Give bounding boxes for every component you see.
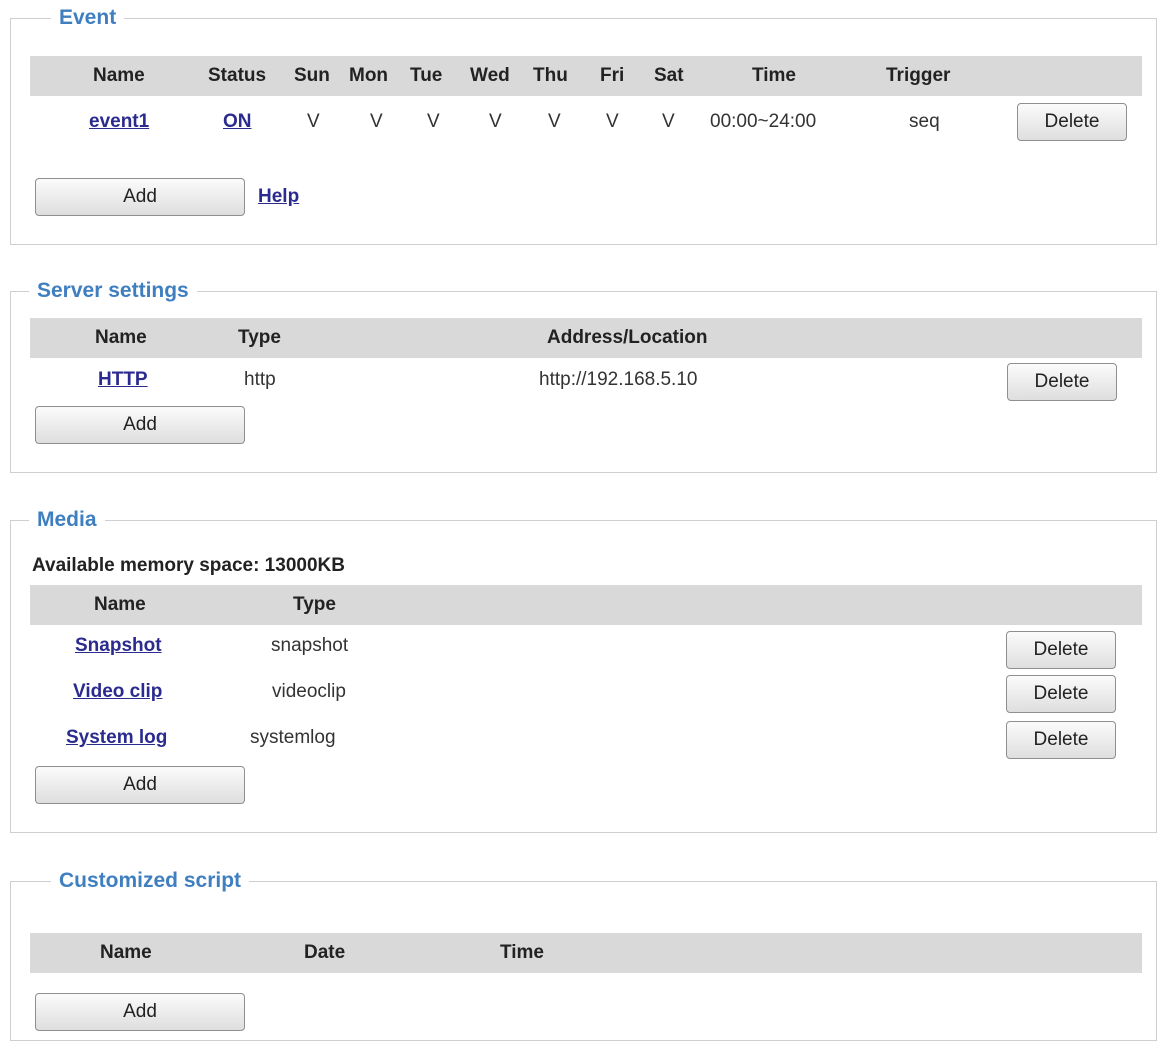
server-settings-legend: Server settings [29, 278, 197, 304]
event-delete-button[interactable]: Delete [1017, 103, 1127, 141]
media-name-link[interactable]: System log [66, 726, 167, 750]
event-legend: Event [51, 5, 125, 31]
media-name-link[interactable]: Snapshot [75, 634, 162, 658]
media-delete-button[interactable]: Delete [1006, 675, 1116, 713]
media-type-value: videoclip [272, 681, 346, 702]
customized-script-section: Customized script Name Date Time Add [10, 868, 1157, 1041]
event-time-value: 00:00~24:00 [710, 111, 817, 132]
memory-info: Available memory space: 13000KB [32, 555, 345, 576]
server-table-header: Name Type Address/Location [30, 318, 1142, 358]
event-tue-value: V [427, 111, 440, 132]
event-add-button[interactable]: Add [35, 178, 245, 216]
event-name-link[interactable]: event1 [89, 110, 149, 134]
server-type-value: http [244, 369, 276, 390]
event-thu-value: V [548, 111, 561, 132]
event-col-sat: Sat [654, 65, 684, 86]
script-col-time: Time [500, 942, 545, 963]
customized-script-legend: Customized script [51, 868, 250, 894]
server-address-value: http://192.168.5.10 [539, 369, 698, 390]
media-name-link[interactable]: Video clip [73, 680, 162, 704]
server-name-link[interactable]: HTTP [98, 368, 148, 392]
server-delete-button[interactable]: Delete [1007, 363, 1117, 401]
event-col-mon: Mon [349, 65, 389, 86]
event-help-link[interactable]: Help [258, 185, 299, 209]
event-wed-value: V [489, 111, 502, 132]
server-col-address: Address/Location [547, 327, 708, 348]
event-col-thu: Thu [533, 65, 568, 86]
event-fri-value: V [606, 111, 619, 132]
media-legend: Media [29, 507, 105, 533]
media-col-type: Type [293, 594, 336, 615]
event-section: Event Name Status Sun Mon Tue Wed Thu Fr… [10, 5, 1157, 245]
event-mon-value: V [370, 111, 383, 132]
media-delete-button[interactable]: Delete [1006, 721, 1116, 759]
media-add-button[interactable]: Add [35, 766, 245, 804]
script-add-button[interactable]: Add [35, 993, 245, 1031]
script-col-name: Name [100, 942, 152, 963]
media-type-value: snapshot [271, 635, 349, 656]
event-col-wed: Wed [470, 65, 510, 86]
event-sat-value: V [662, 111, 675, 132]
server-col-name: Name [95, 327, 147, 348]
script-col-date: Date [304, 942, 346, 963]
event-col-name: Name [93, 65, 145, 86]
server-add-button[interactable]: Add [35, 406, 245, 444]
media-section: Media Available memory space: 13000KB Na… [10, 507, 1157, 833]
event-col-tue: Tue [410, 65, 443, 86]
event-col-trigger: Trigger [886, 65, 951, 86]
event-table-header: Name Status Sun Mon Tue Wed Thu Fri Sat … [30, 56, 1142, 96]
event-col-status: Status [208, 65, 267, 86]
media-type-value: systemlog [250, 727, 336, 748]
media-delete-button[interactable]: Delete [1006, 631, 1116, 669]
event-sun-value: V [307, 111, 320, 132]
event-col-time: Time [752, 65, 797, 86]
event-col-fri: Fri [600, 65, 625, 86]
server-col-type: Type [238, 327, 281, 348]
server-settings-section: Server settings Name Type Address/Locati… [10, 278, 1157, 473]
media-col-name: Name [94, 594, 146, 615]
script-table-header: Name Date Time [30, 933, 1142, 973]
event-col-sun: Sun [294, 65, 330, 86]
event-status-link[interactable]: ON [223, 110, 252, 134]
event-trigger-value: seq [909, 111, 940, 132]
media-table-header: Name Type [30, 585, 1142, 625]
